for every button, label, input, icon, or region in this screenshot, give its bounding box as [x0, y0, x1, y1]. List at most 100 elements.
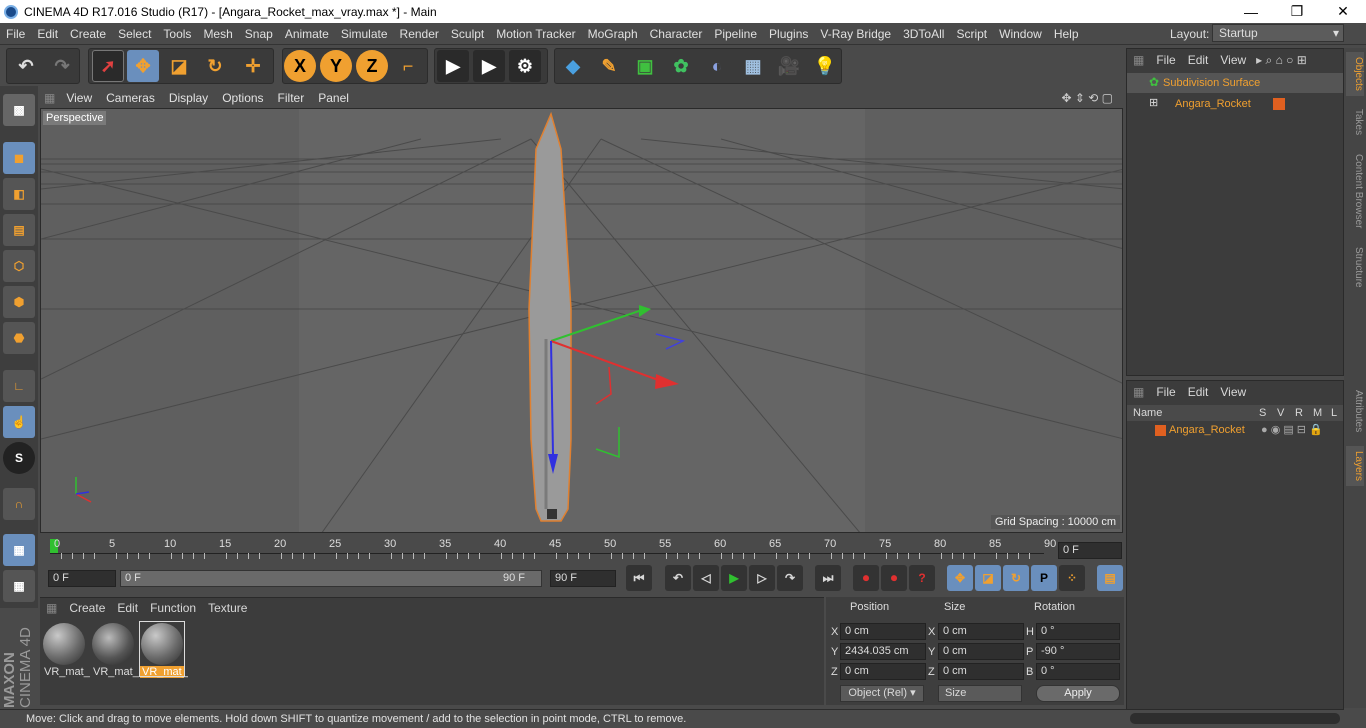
solo-icon[interactable]: S	[3, 442, 35, 474]
pos-y-field[interactable]: 2434.035 cm	[840, 643, 926, 660]
menu-mograph[interactable]: MoGraph	[582, 27, 644, 41]
pen-icon[interactable]: ✎	[593, 50, 625, 82]
keyframe-selection-icon[interactable]: ?	[909, 565, 935, 591]
tab-layers[interactable]: Layers	[1346, 446, 1364, 486]
rot-b-field[interactable]: 0 °	[1036, 663, 1120, 680]
y-axis-lock-icon[interactable]: Y	[320, 50, 352, 82]
menu-file[interactable]: File	[0, 27, 31, 41]
object-menu-edit[interactable]: Edit	[1182, 53, 1215, 67]
material-menu-edit[interactable]: Edit	[111, 601, 144, 615]
layer-menu-edit[interactable]: Edit	[1182, 385, 1215, 399]
deformer-icon[interactable]: ◐	[701, 50, 733, 82]
layer-menu-view[interactable]: View	[1214, 385, 1252, 399]
current-frame-field[interactable]: 0 F	[1058, 542, 1122, 559]
viewport-menu-filter[interactable]: Filter	[271, 91, 312, 105]
subdivision-icon[interactable]: ▣	[629, 50, 661, 82]
camera-icon[interactable]: 🎥	[773, 50, 805, 82]
object-menu-file[interactable]: File	[1150, 53, 1181, 67]
go-to-start-icon[interactable]: ⏮	[626, 565, 652, 591]
layer-row[interactable]: Angara_Rocket ● ◉ ▤ ⊟ 🔒	[1127, 423, 1343, 439]
rot-p-field[interactable]: -90 °	[1036, 643, 1120, 660]
tab-structure[interactable]: Structure	[1346, 240, 1364, 294]
select-tool-icon[interactable]: ➚	[92, 50, 124, 82]
floor-icon[interactable]: ▦	[737, 50, 769, 82]
layout-dropdown[interactable]: Startup ▾	[1212, 24, 1344, 42]
object-row-rocket[interactable]: ⊞ Angara_Rocket	[1127, 95, 1343, 113]
render-settings-icon[interactable]: ⚙	[509, 50, 541, 82]
key-pla-icon[interactable]: ⁘	[1059, 565, 1085, 591]
viewport-camera-label[interactable]: Perspective	[43, 111, 107, 125]
polygons-mode-icon[interactable]: ⬣	[3, 322, 35, 354]
scale-tool-icon[interactable]: ◪	[163, 50, 195, 82]
cube-icon[interactable]: ◆	[557, 50, 589, 82]
material-swatch[interactable]: VR_mat_	[139, 621, 188, 678]
object-menu-view[interactable]: View	[1214, 53, 1252, 67]
edges-mode-icon[interactable]: ⬢	[3, 286, 35, 318]
tweak-mode-icon[interactable]: ☝	[3, 406, 35, 438]
viewport-menu-cameras[interactable]: Cameras	[99, 91, 162, 105]
layer-col-name[interactable]: Name	[1133, 407, 1162, 419]
size-z-field[interactable]: 0 cm	[938, 663, 1024, 680]
layer-menu-file[interactable]: File	[1150, 385, 1181, 399]
layer-col-m[interactable]: M	[1313, 407, 1322, 419]
timeline[interactable]: 0 5 10 15 20 25 30 35 40 45 50 55 60 65 70 75 80 85 90 0 F	[40, 535, 1124, 565]
next-key-icon[interactable]: ↷	[777, 565, 803, 591]
move-tool-icon[interactable]: ✥	[127, 50, 159, 82]
array-icon[interactable]: ✿	[665, 50, 697, 82]
end-frame-field[interactable]: 90 F	[550, 570, 616, 587]
layer-color-tag[interactable]	[1273, 98, 1285, 110]
material-menu-texture[interactable]: Texture	[202, 601, 253, 615]
apply-button[interactable]: Apply	[1036, 685, 1120, 702]
size-x-field[interactable]: 0 cm	[938, 623, 1024, 640]
axis-mode-icon[interactable]: ∟	[3, 370, 35, 402]
key-scale-icon[interactable]: ◪	[975, 565, 1001, 591]
light-icon[interactable]: 💡	[809, 50, 841, 82]
start-frame-field[interactable]: 0 F	[48, 570, 116, 587]
layer-col-r[interactable]: R	[1295, 407, 1303, 419]
workplane-grid-icon[interactable]: ▦	[3, 570, 35, 602]
menu-sculpt[interactable]: Sculpt	[445, 27, 490, 41]
layer-color-swatch[interactable]	[1155, 425, 1166, 436]
menu-character[interactable]: Character	[644, 27, 709, 41]
points-mode-icon[interactable]: ⬡	[3, 250, 35, 282]
record-icon[interactable]: ⏺	[853, 565, 879, 591]
menu-render[interactable]: Render	[394, 27, 445, 41]
tab-takes[interactable]: Takes	[1346, 102, 1364, 142]
viewport-menu-panel[interactable]: Panel	[311, 91, 356, 105]
render-view-icon[interactable]: ▶	[437, 50, 469, 82]
object-row-subdivision[interactable]: ✿ Subdivision Surface	[1127, 73, 1343, 93]
tab-objects[interactable]: Objects	[1346, 52, 1364, 96]
snap-icon[interactable]: ∩	[3, 488, 35, 520]
z-axis-lock-icon[interactable]: Z	[356, 50, 388, 82]
menu-mesh[interactable]: Mesh	[197, 27, 238, 41]
coordinate-mode-dropdown[interactable]: Object (Rel) ▾	[840, 685, 924, 702]
previous-key-icon[interactable]: ↶	[665, 565, 691, 591]
menu-vray-bridge[interactable]: V-Ray Bridge	[814, 27, 897, 41]
x-axis-lock-icon[interactable]: X	[284, 50, 316, 82]
frame-range-slider[interactable]: 0 F 90 F	[120, 570, 542, 587]
size-mode-dropdown[interactable]: Size	[938, 685, 1022, 702]
material-menu-function[interactable]: Function	[144, 601, 202, 615]
close-button[interactable]: ✕	[1320, 0, 1366, 23]
model-mode-icon[interactable]: ◼	[3, 142, 35, 174]
menu-plugins[interactable]: Plugins	[763, 27, 814, 41]
pos-x-field[interactable]: 0 cm	[840, 623, 926, 640]
pos-z-field[interactable]: 0 cm	[840, 663, 926, 680]
menu-script[interactable]: Script	[950, 27, 993, 41]
material-swatch[interactable]: VR_mat_	[91, 622, 139, 678]
menu-tools[interactable]: Tools	[157, 27, 197, 41]
tab-content-browser[interactable]: Content Browser	[1346, 148, 1364, 234]
layer-toggle-icons[interactable]: ● ◉ ▤ ⊟ 🔒	[1261, 423, 1323, 436]
workplane-icon[interactable]: ▤	[3, 214, 35, 246]
material-menu-create[interactable]: Create	[63, 601, 111, 615]
recent-tool-icon[interactable]: ✛	[237, 50, 269, 82]
menu-motion-tracker[interactable]: Motion Tracker	[490, 27, 581, 41]
viewport-nav-icon[interactable]: ✥ ⇕ ⟲ ▢	[1054, 91, 1120, 105]
key-position-icon[interactable]: ✥	[947, 565, 973, 591]
go-to-end-icon[interactable]: ⏭	[815, 565, 841, 591]
rotate-tool-icon[interactable]: ↻	[199, 50, 231, 82]
menu-snap[interactable]: Snap	[239, 27, 279, 41]
rot-h-field[interactable]: 0 °	[1036, 623, 1120, 640]
render-picture-viewer-icon[interactable]: ▶	[473, 50, 505, 82]
make-editable-icon[interactable]: ▩	[3, 94, 35, 126]
